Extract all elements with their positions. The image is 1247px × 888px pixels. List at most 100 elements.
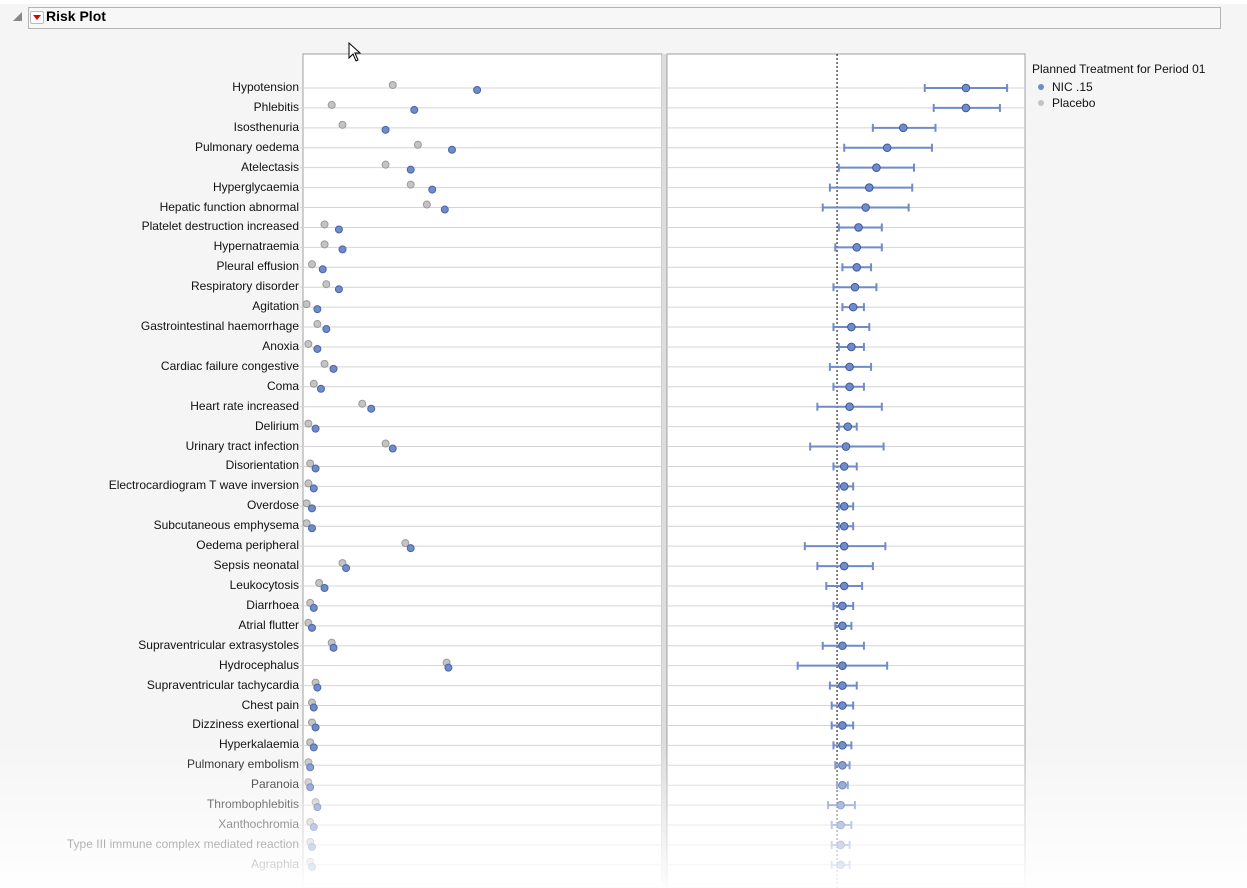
- risk-difference-point: [845, 402, 854, 412]
- nic-point: [307, 524, 316, 533]
- category-label: Agraphia: [250, 856, 299, 871]
- mouse-cursor-icon: [348, 42, 362, 62]
- nic-point: [307, 842, 316, 851]
- risk-difference-point: [838, 741, 847, 750]
- nic-point: [307, 623, 316, 632]
- risk-difference-point: [852, 243, 862, 252]
- placebo-point: [322, 280, 331, 289]
- category-label: Hyperglycaemia: [212, 179, 299, 194]
- placebo-point: [304, 339, 313, 348]
- risk-difference-point: [838, 641, 847, 651]
- risk-difference-point: [961, 103, 971, 113]
- nic-point: [320, 584, 329, 592]
- nic-point: [444, 663, 453, 672]
- risk-difference-point: [836, 840, 845, 850]
- category-label: Cardiac failure congestive: [160, 358, 299, 373]
- nic-point: [309, 484, 318, 493]
- risk-difference-point: [845, 362, 854, 372]
- nic-point: [406, 544, 415, 553]
- nic-point: [309, 603, 318, 612]
- category-label: Anoxia: [262, 338, 299, 353]
- risk-difference-point: [843, 422, 853, 431]
- nic-point: [406, 165, 415, 174]
- category-label: Electrocardiogram T wave inversion: [108, 478, 299, 493]
- nic-point: [311, 464, 320, 473]
- risk-difference-point: [961, 83, 971, 93]
- risk-difference-point: [864, 183, 874, 192]
- risk-difference-point: [847, 342, 856, 352]
- risk-difference-point: [861, 203, 870, 212]
- placebo-point: [406, 180, 415, 189]
- placebo-point: [302, 300, 311, 309]
- nic-point: [313, 803, 322, 812]
- category-label: Isosthenuria: [233, 119, 299, 134]
- nic-point: [342, 564, 351, 573]
- risk-difference-point: [838, 681, 847, 690]
- nic-point: [473, 86, 482, 94]
- risk-difference-point: [845, 382, 854, 392]
- legend-item-placebo[interactable]: Placebo: [1038, 96, 1095, 110]
- risk-difference-point: [898, 123, 908, 133]
- placebo-point: [422, 200, 431, 209]
- category-label: Type III immune complex mediated reactio…: [66, 836, 299, 851]
- category-label: Thrombophlebitis: [206, 797, 299, 812]
- risk-difference-point: [854, 223, 863, 232]
- category-label: Hepatic function abnormal: [159, 199, 299, 214]
- placebo-point: [381, 439, 390, 448]
- legend-item-nic[interactable]: NIC .15: [1038, 80, 1093, 94]
- risk-difference-point: [882, 143, 892, 153]
- placebo-point: [327, 100, 336, 109]
- category-label: Subcutaneous emphysema: [153, 518, 299, 533]
- nic-point: [313, 305, 322, 314]
- nic-point: [311, 723, 320, 732]
- category-label: Supraventricular tachycardia: [146, 677, 299, 692]
- category-label: Disorientation: [225, 458, 299, 473]
- nic-point: [309, 823, 318, 832]
- placebo-point: [413, 140, 422, 149]
- category-label: Dizziness exertional: [192, 717, 299, 732]
- category-label: Overdose: [246, 498, 299, 513]
- category-label: Sepsis neonatal: [213, 558, 299, 573]
- nic-point: [447, 145, 456, 154]
- category-label: Xanthochromia: [218, 817, 299, 832]
- placebo-point: [304, 419, 313, 428]
- legend-label: Placebo: [1052, 96, 1096, 110]
- category-label: Urinary tract infection: [185, 438, 299, 453]
- placebo-point: [307, 260, 316, 269]
- risk-difference-point: [836, 860, 845, 870]
- left-panel-frame: [302, 53, 663, 888]
- nic-point: [307, 504, 316, 513]
- risk-difference-point: [838, 661, 847, 670]
- nic-point: [440, 205, 449, 214]
- risk-difference-point: [836, 820, 845, 830]
- category-label: Chest pain: [241, 697, 299, 712]
- risk-difference-point: [838, 721, 847, 730]
- category-label: Gastrointestinal haemorrhage: [140, 319, 299, 334]
- risk-difference-point: [838, 601, 847, 611]
- placebo-point: [309, 379, 318, 388]
- category-label: Leukocytosis: [229, 578, 299, 592]
- nic-point: [329, 643, 338, 652]
- nic-point: [313, 683, 322, 692]
- nic-point: [367, 404, 376, 413]
- nic-point: [388, 444, 397, 453]
- risk-difference-point: [839, 581, 849, 591]
- risk-difference-point: [848, 302, 858, 312]
- category-label: Respiratory disorder: [190, 279, 299, 294]
- category-label: Coma: [266, 378, 299, 393]
- nic-point: [307, 862, 316, 871]
- risk-difference-point: [841, 442, 851, 451]
- category-label: Delirium: [254, 418, 299, 433]
- risk-difference-point: [847, 322, 856, 332]
- nic-point: [313, 344, 322, 353]
- risk-difference-point: [838, 780, 847, 790]
- placebo-point: [338, 120, 347, 129]
- risk-difference-point: [839, 521, 849, 531]
- risk-difference-point: [850, 282, 860, 292]
- category-label: Oedema peripheral: [196, 538, 299, 553]
- category-label: Atrial flutter: [238, 617, 299, 632]
- risk-difference-point: [872, 163, 881, 172]
- nic-point: [306, 763, 315, 772]
- placebo-point: [320, 359, 329, 368]
- category-label: Pulmonary embolism: [186, 757, 299, 772]
